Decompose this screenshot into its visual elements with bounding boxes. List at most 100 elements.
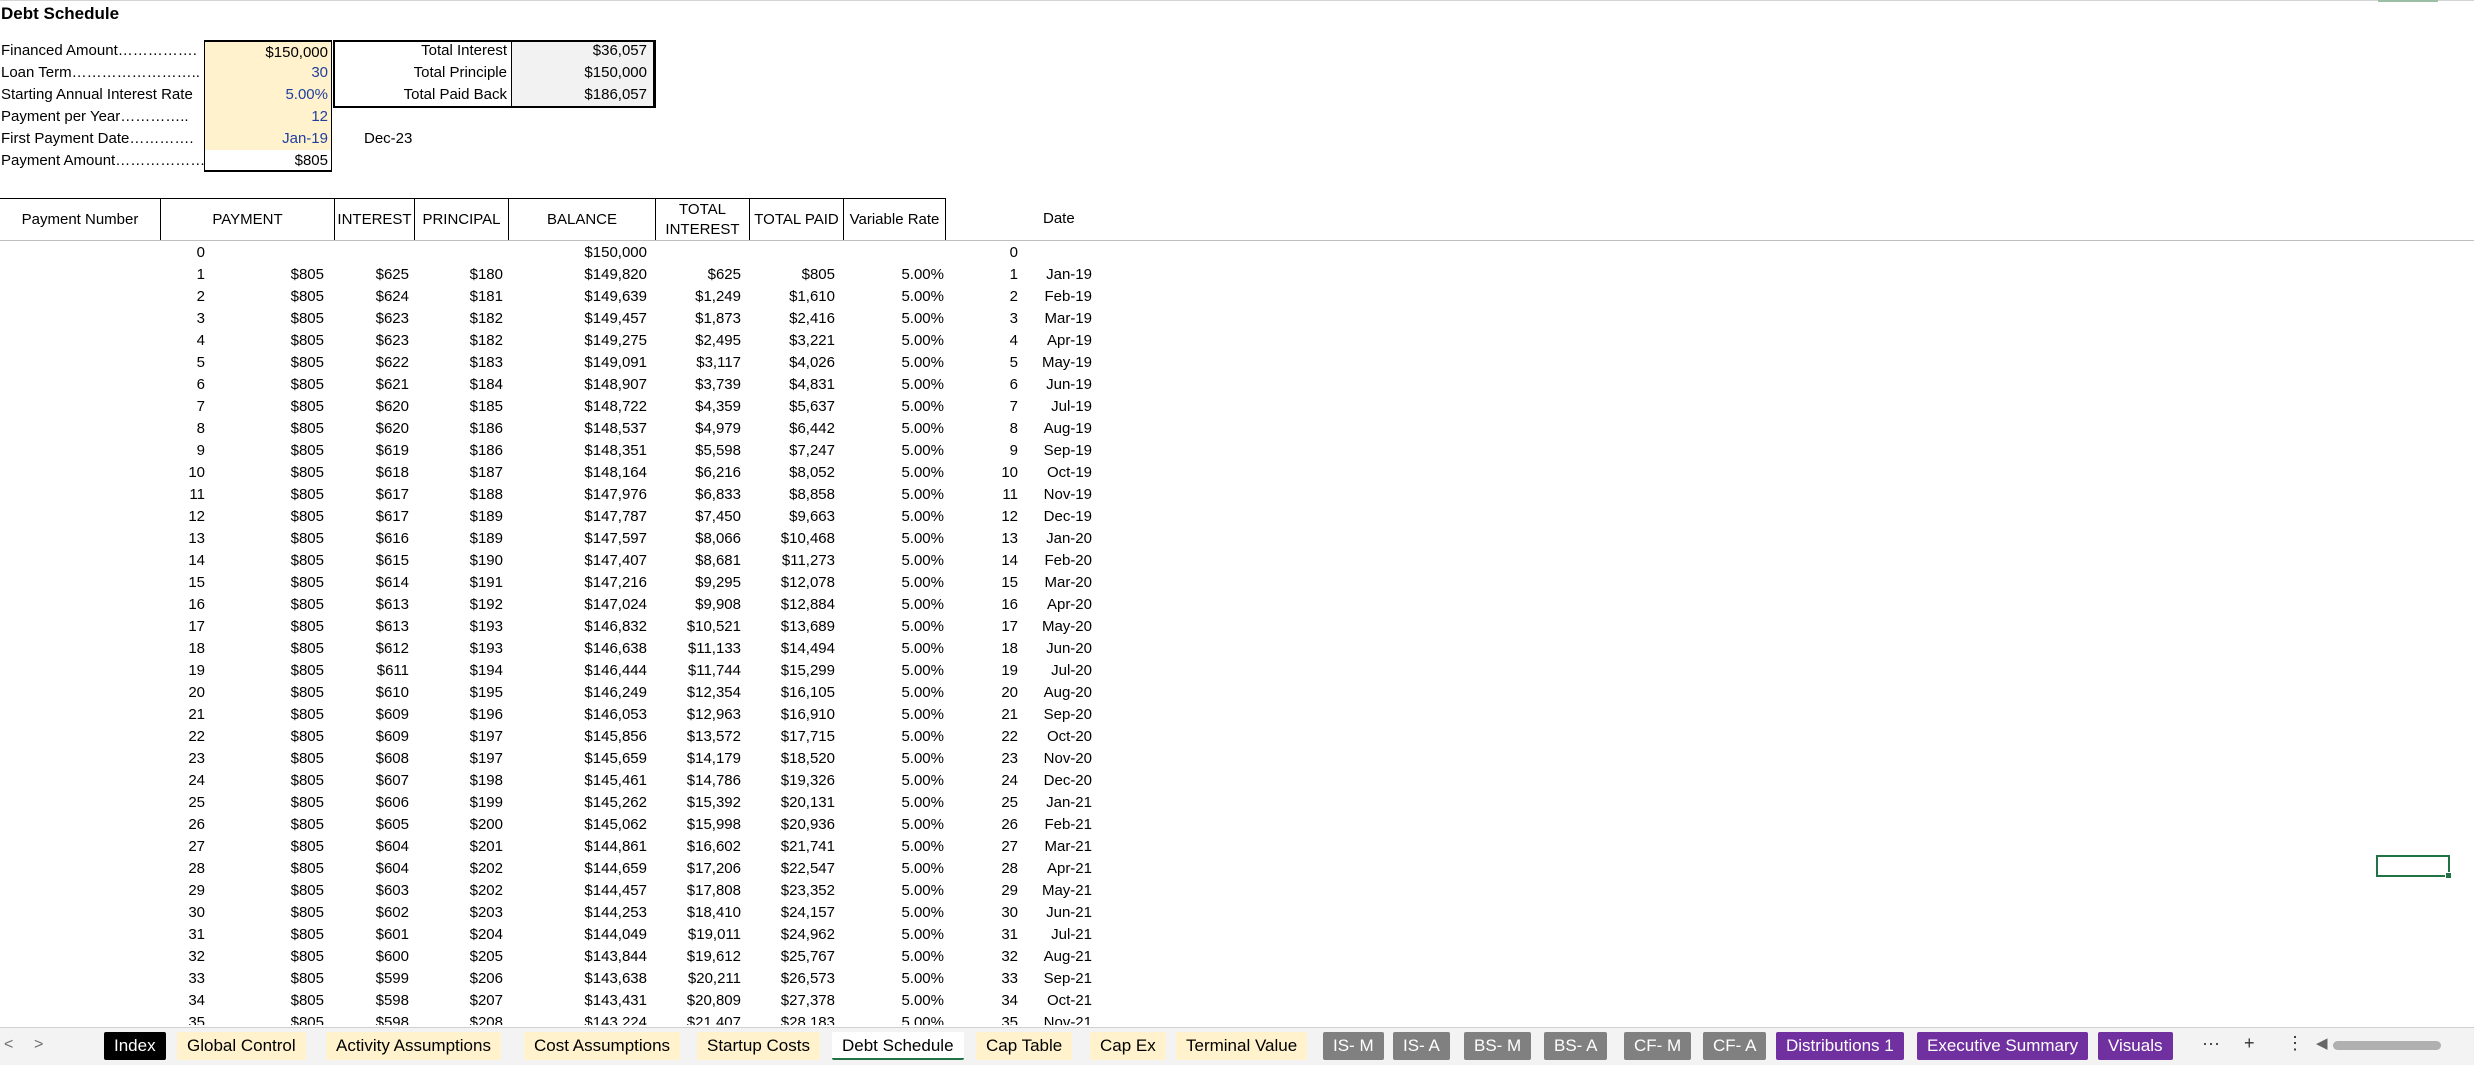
sheet-tab[interactable]: Cost Assumptions <box>524 1032 681 1060</box>
payment-cell[interactable]: $805 <box>291 860 324 877</box>
rate-cell[interactable]: 5.00% <box>901 728 944 745</box>
balance-cell[interactable]: $146,053 <box>584 706 647 723</box>
principal-cell[interactable]: $193 <box>470 618 503 635</box>
rate-cell[interactable]: 5.00% <box>901 552 944 569</box>
principal-cell[interactable]: $189 <box>470 508 503 525</box>
balance-cell[interactable]: $145,461 <box>584 772 647 789</box>
rate-cell[interactable]: 5.00% <box>901 816 944 833</box>
period-index-cell[interactable]: 17 <box>1001 618 1018 635</box>
interest-cell[interactable]: $615 <box>376 552 409 569</box>
rate-cell[interactable]: 5.00% <box>901 640 944 657</box>
payment-cell[interactable]: $805 <box>291 332 324 349</box>
payment-number-cell[interactable]: 3 <box>197 310 205 327</box>
total-paid-cell[interactable]: $23,352 <box>781 882 835 899</box>
period-index-cell[interactable]: 13 <box>1001 530 1018 547</box>
rate-cell[interactable]: 5.00% <box>901 860 944 877</box>
rate-cell[interactable]: 5.00% <box>901 706 944 723</box>
total-interest-cell[interactable]: $5,598 <box>695 442 741 459</box>
payment-number-cell[interactable]: 10 <box>188 464 205 481</box>
total-paid-cell[interactable]: $25,767 <box>781 948 835 965</box>
period-index-cell[interactable]: 34 <box>1001 992 1018 1009</box>
period-index-cell[interactable]: 0 <box>1010 244 1018 261</box>
sheet-tab[interactable]: Startup Costs <box>697 1032 820 1060</box>
sheet-tab[interactable]: Debt Schedule <box>832 1032 964 1060</box>
rate-cell[interactable]: 5.00% <box>901 970 944 987</box>
rate-cell[interactable]: 5.00% <box>901 1014 944 1025</box>
principal-cell[interactable]: $201 <box>470 838 503 855</box>
payment-cell[interactable]: $805 <box>291 552 324 569</box>
total-interest-cell[interactable]: $15,998 <box>687 816 741 833</box>
payment-cell[interactable]: $805 <box>291 838 324 855</box>
interest-cell[interactable]: $621 <box>376 376 409 393</box>
principal-cell[interactable]: $197 <box>470 750 503 767</box>
total-paid-cell[interactable]: $6,442 <box>789 420 835 437</box>
interest-cell[interactable]: $604 <box>376 860 409 877</box>
payment-number-cell[interactable]: 24 <box>188 772 205 789</box>
total-paid-cell[interactable]: $19,326 <box>781 772 835 789</box>
interest-cell[interactable]: $622 <box>376 354 409 371</box>
date-cell[interactable]: Mar-20 <box>1044 574 1092 591</box>
interest-cell[interactable]: $614 <box>376 574 409 591</box>
total-interest-cell[interactable]: $1,249 <box>695 288 741 305</box>
total-interest-cell[interactable]: $16,602 <box>687 838 741 855</box>
payment-cell[interactable]: $805 <box>291 684 324 701</box>
payment-number-cell[interactable]: 21 <box>188 706 205 723</box>
principal-cell[interactable]: $202 <box>470 882 503 899</box>
principal-cell[interactable]: $189 <box>470 530 503 547</box>
total-paid-cell[interactable]: $26,573 <box>781 970 835 987</box>
sheet-tab[interactable]: BS- A <box>1544 1032 1608 1060</box>
rate-cell[interactable]: 5.00% <box>901 486 944 503</box>
rate-cell[interactable]: 5.00% <box>901 750 944 767</box>
total-paid-cell[interactable]: $16,910 <box>781 706 835 723</box>
rate-cell[interactable]: 5.00% <box>901 662 944 679</box>
rate-cell[interactable]: 5.00% <box>901 794 944 811</box>
total-paid-cell[interactable]: $3,221 <box>789 332 835 349</box>
total-interest-cell[interactable]: $7,450 <box>695 508 741 525</box>
date-cell[interactable]: Mar-21 <box>1044 838 1092 855</box>
period-index-cell[interactable]: 1 <box>1010 266 1018 283</box>
payment-number-cell[interactable]: 12 <box>188 508 205 525</box>
total-paid-cell[interactable]: $11,273 <box>782 552 835 569</box>
summary-input-cell[interactable]: 5.00% <box>204 84 332 106</box>
interest-cell[interactable]: $617 <box>376 486 409 503</box>
interest-cell[interactable]: $598 <box>376 992 409 1009</box>
total-interest-cell[interactable]: $625 <box>708 266 741 283</box>
total-interest-cell[interactable]: $14,786 <box>687 772 741 789</box>
payment-cell[interactable]: $805 <box>291 596 324 613</box>
payment-number-cell[interactable]: 33 <box>188 970 205 987</box>
payment-cell[interactable]: $805 <box>291 464 324 481</box>
payment-cell[interactable]: $805 <box>291 442 324 459</box>
period-index-cell[interactable]: 27 <box>1001 838 1018 855</box>
balance-cell[interactable]: $145,062 <box>584 816 647 833</box>
period-index-cell[interactable]: 5 <box>1010 354 1018 371</box>
principal-cell[interactable]: $185 <box>470 398 503 415</box>
summary-input-cell[interactable]: Jan-19 <box>204 128 332 150</box>
date-cell[interactable]: May-19 <box>1042 354 1092 371</box>
total-interest-cell[interactable]: $1,873 <box>695 310 741 327</box>
principal-cell[interactable]: $207 <box>470 992 503 1009</box>
balance-cell[interactable]: $148,907 <box>584 376 647 393</box>
principal-cell[interactable]: $183 <box>470 354 503 371</box>
rate-cell[interactable]: 5.00% <box>901 442 944 459</box>
payment-cell[interactable]: $805 <box>291 486 324 503</box>
payment-number-cell[interactable]: 1 <box>197 266 205 283</box>
date-cell[interactable]: Jun-20 <box>1046 640 1092 657</box>
total-interest-cell[interactable]: $4,359 <box>695 398 741 415</box>
summary-input-cell[interactable]: 12 <box>204 106 332 128</box>
date-cell[interactable]: Nov-20 <box>1044 750 1092 767</box>
balance-cell[interactable]: $146,832 <box>584 618 647 635</box>
principal-cell[interactable]: $200 <box>470 816 503 833</box>
sheet-tab[interactable]: CF- A <box>1703 1032 1767 1060</box>
total-paid-cell[interactable]: $1,610 <box>789 288 835 305</box>
date-cell[interactable]: Feb-21 <box>1044 816 1092 833</box>
header-payment[interactable]: PAYMENT <box>161 198 335 241</box>
total-paid-cell[interactable]: $20,131 <box>781 794 835 811</box>
date-cell[interactable]: Dec-20 <box>1044 772 1092 789</box>
rate-cell[interactable]: 5.00% <box>901 332 944 349</box>
interest-cell[interactable]: $623 <box>376 332 409 349</box>
total-value[interactable]: $186,057 <box>512 84 655 106</box>
principal-cell[interactable]: $180 <box>470 266 503 283</box>
total-interest-cell[interactable]: $12,963 <box>687 706 741 723</box>
date-cell[interactable]: May-21 <box>1042 882 1092 899</box>
balance-cell[interactable]: $146,638 <box>584 640 647 657</box>
